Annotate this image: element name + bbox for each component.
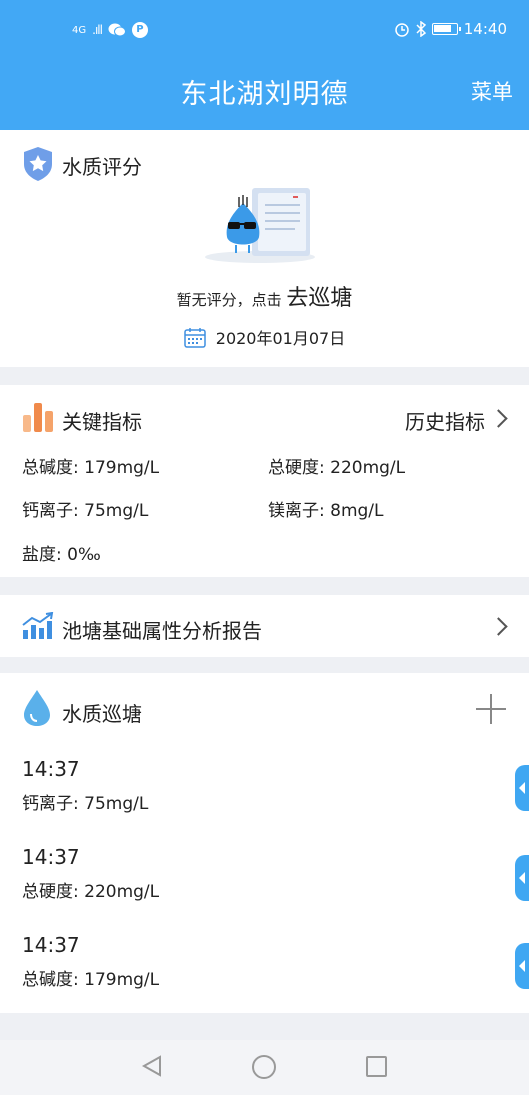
patrol-card: 水质巡塘 14:37 钙离子: 75mg/L 14:37 总硬度: 220mg/…: [0, 673, 529, 1013]
app-header: 4G .ıll P 14:40 东北湖刘明德 菜单: [0, 0, 529, 130]
patrol-record-time: 14:37: [22, 757, 80, 781]
score-date: 2020年01月07日: [215, 329, 346, 348]
metric-magnesium: 镁离子: 8mg/L: [268, 501, 384, 521]
metric-salinity: 盐度: 0‰: [22, 545, 101, 565]
patrol-title: 水质巡塘: [62, 702, 142, 726]
history-metrics-link[interactable]: 历史指标: [405, 406, 485, 435]
battery-icon: [431, 23, 461, 35]
back-triangle-icon[interactable]: [140, 1054, 164, 1078]
parking-badge: P: [131, 22, 148, 38]
system-nav-bar: [0, 1040, 529, 1095]
metric-total-alkalinity: 总碱度: 179mg/L: [22, 458, 160, 478]
patrol-record-value: 钙离子: 75mg/L: [22, 794, 149, 814]
go-patrol-link[interactable]: 去巡塘: [286, 286, 352, 311]
status-left: 4G .ıll P: [72, 22, 148, 38]
score-status: 暂无评分，点击 去巡塘: [0, 280, 529, 312]
score-status-text: 暂无评分，点击: [176, 291, 282, 309]
chevron-right-icon[interactable]: [489, 617, 508, 636]
patrol-record[interactable]: 14:37 总硬度: 220mg/L: [22, 845, 159, 902]
key-metrics-title: 关键指标: [62, 410, 142, 434]
status-time: 14:40: [463, 20, 507, 38]
score-date-row[interactable]: 2020年01月07日: [0, 325, 529, 349]
no-score-illustration: [205, 188, 315, 263]
alarm-icon: [395, 23, 409, 37]
patrol-record-value: 总硬度: 220mg/L: [22, 882, 160, 902]
patrol-record[interactable]: 14:37 总碱度: 179mg/L: [22, 933, 159, 990]
report-title: 池塘基础属性分析报告: [62, 619, 262, 643]
score-section-title: 水质评分: [62, 155, 142, 179]
expand-tab-icon[interactable]: [515, 943, 529, 989]
patrol-record-time: 14:37: [22, 845, 80, 869]
chevron-right-icon[interactable]: [489, 409, 508, 428]
recent-apps-icon[interactable]: [366, 1056, 387, 1077]
metric-total-hardness: 总硬度: 220mg/L: [268, 458, 406, 478]
bluetooth-icon: [416, 21, 426, 37]
trend-chart-icon: [22, 612, 54, 639]
bar-chart-icon: [23, 403, 53, 432]
status-right: 14:40: [394, 20, 507, 38]
network-label: 4G: [72, 24, 87, 36]
wechat-icon: [108, 23, 126, 37]
expand-tab-icon[interactable]: [515, 855, 529, 901]
page-title: 东北湖刘明德: [180, 79, 349, 110]
score-card: 水质评分 暂无评分，点击 去巡塘 2020年01月07日: [0, 130, 529, 367]
shield-star-icon: [24, 147, 52, 181]
patrol-record-time: 14:37: [22, 933, 80, 957]
status-bar: 4G .ıll P 14:40: [0, 18, 529, 46]
calendar-icon: [184, 327, 206, 348]
key-metrics-card: 关键指标 历史指标 总碱度: 179mg/L 总硬度: 220mg/L 钙离子:…: [0, 385, 529, 577]
menu-button[interactable]: 菜单: [471, 76, 513, 106]
water-drop-icon: [24, 690, 50, 726]
metric-calcium: 钙离子: 75mg/L: [22, 501, 149, 521]
signal-icon: .ıll: [92, 23, 103, 37]
home-circle-icon[interactable]: [252, 1055, 276, 1079]
add-patrol-icon[interactable]: [475, 693, 507, 725]
patrol-record-value: 总碱度: 179mg/L: [22, 970, 160, 990]
expand-tab-icon[interactable]: [515, 765, 529, 811]
patrol-record[interactable]: 14:37 钙离子: 75mg/L: [22, 757, 148, 814]
report-row[interactable]: 池塘基础属性分析报告: [0, 595, 529, 657]
